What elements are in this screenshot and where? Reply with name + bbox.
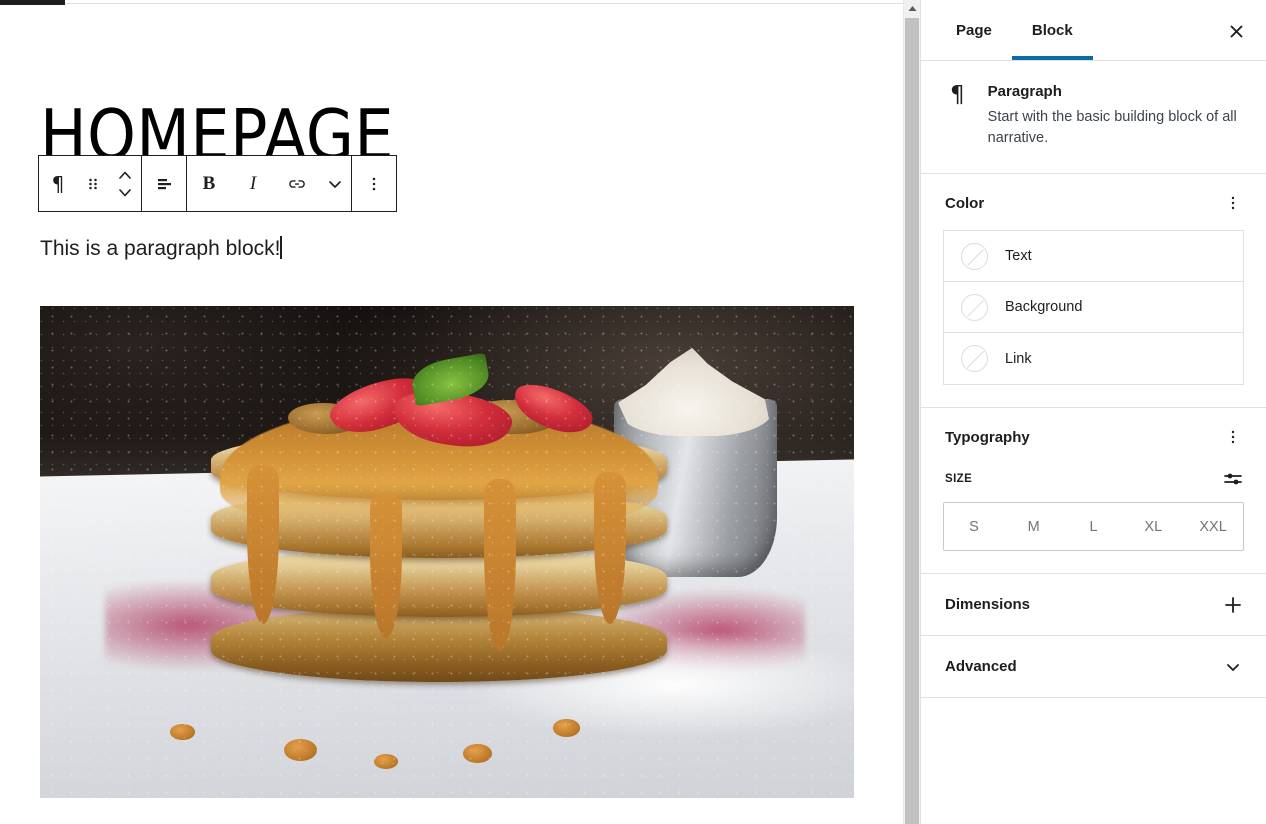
paragraph-block[interactable]: This is a paragraph block! — [40, 233, 282, 265]
add-dimensions-button[interactable] — [1220, 592, 1246, 618]
color-row-text[interactable]: Text — [944, 231, 1243, 283]
paragraph-icon: ¶ — [950, 82, 965, 108]
color-row-background[interactable]: Background — [944, 282, 1243, 334]
italic-button[interactable]: I — [231, 156, 275, 211]
color-panel-title: Color — [945, 194, 985, 212]
color-swatch-none-icon — [961, 345, 988, 373]
color-row-label: Text — [1005, 248, 1032, 265]
toolbar-group-options — [352, 156, 396, 211]
color-options-list: Text Background Link — [943, 230, 1244, 386]
bold-label: B — [202, 172, 216, 194]
align-text-button[interactable] — [142, 156, 186, 211]
tab-block[interactable]: Block — [1011, 0, 1093, 60]
color-panel: Color Text Background Link — [921, 174, 1266, 409]
font-size-header: SIZE — [921, 464, 1266, 502]
more-vertical-icon — [1231, 196, 1235, 210]
color-swatch-none-icon — [961, 293, 988, 321]
scroll-up-button[interactable] — [904, 0, 920, 17]
caret-up-icon — [908, 6, 916, 11]
color-panel-header: Color — [921, 174, 1266, 230]
font-size-xxl[interactable]: XXL — [1183, 503, 1243, 550]
font-size-label: SIZE — [945, 473, 973, 486]
typography-options-button[interactable] — [1220, 424, 1246, 450]
font-size-s[interactable]: S — [944, 503, 1004, 550]
color-swatch-none-icon — [961, 242, 988, 270]
block-toolbar[interactable]: ¶ B I — [38, 155, 397, 212]
tab-page[interactable]: Page — [936, 0, 1012, 60]
top-divider — [65, 3, 903, 4]
color-options-button[interactable] — [1220, 190, 1246, 216]
more-vertical-icon — [372, 177, 376, 190]
bold-button[interactable]: B — [187, 156, 231, 211]
block-info-card: ¶ Paragraph Start with the basic buildin… — [921, 61, 1266, 175]
paragraph-text: This is a paragraph block! — [40, 237, 281, 260]
typography-panel: Typography SIZE S M L XL XXL — [921, 408, 1266, 575]
color-row-link[interactable]: Link — [944, 333, 1243, 385]
sliders-icon — [1224, 473, 1242, 485]
font-size-m[interactable]: M — [1004, 503, 1064, 550]
canvas-scrollbar[interactable] — [903, 0, 920, 824]
editor-canvas[interactable]: HOMEPAGE This is a paragraph block! ¶ B … — [0, 5, 903, 824]
typography-panel-header: Typography — [921, 408, 1266, 464]
block-card-text: Paragraph Start with the basic building … — [988, 83, 1242, 149]
block-type-button[interactable]: ¶ — [39, 156, 77, 211]
plus-icon — [1225, 596, 1241, 613]
typography-panel-title: Typography — [945, 428, 1030, 446]
close-sidebar-button[interactable] — [1220, 15, 1252, 47]
align-text-icon — [158, 178, 171, 189]
toolbar-group-align — [142, 156, 187, 211]
block-options-button[interactable] — [352, 156, 396, 211]
dimensions-panel-toggle[interactable]: Dimensions — [921, 574, 1266, 637]
scrollbar-thumb[interactable] — [905, 18, 919, 824]
paragraph-icon: ¶ — [51, 171, 65, 196]
toolbar-group-block: ¶ — [39, 156, 142, 211]
advanced-panel-title: Advanced — [945, 658, 1017, 676]
block-editor-screen: HOMEPAGE This is a paragraph block! ¶ B … — [0, 0, 1266, 824]
close-icon — [1230, 25, 1242, 37]
chevron-down-icon — [1227, 663, 1239, 671]
drag-handle-button[interactable] — [77, 156, 109, 211]
drag-handle-icon — [89, 178, 97, 189]
color-row-label: Link — [1005, 350, 1032, 367]
italic-label: I — [249, 172, 257, 194]
color-row-label: Background — [1005, 299, 1083, 316]
chevron-up-down-icon — [119, 171, 131, 196]
block-card-description: Start with the basic building block of a… — [987, 109, 1237, 147]
chevron-down-icon — [329, 180, 341, 188]
settings-sidebar: Page Block ¶ Paragraph Start with the ba… — [920, 0, 1266, 824]
expand-advanced-button[interactable] — [1220, 654, 1246, 680]
sidebar-tabs: Page Block — [921, 0, 1093, 60]
sidebar-header: Page Block — [921, 0, 1266, 61]
font-size-xl[interactable]: XL — [1123, 503, 1183, 550]
advanced-panel-toggle[interactable]: Advanced — [921, 636, 1266, 699]
pancake-photo — [40, 306, 854, 798]
more-formats-button[interactable] — [319, 156, 351, 211]
block-card-icon-wrap: ¶ — [945, 83, 970, 149]
dimensions-panel-title: Dimensions — [945, 596, 1031, 614]
font-size-settings-button[interactable] — [1220, 466, 1246, 492]
move-block-buttons[interactable] — [109, 156, 141, 211]
text-caret — [280, 236, 282, 259]
block-card-title: Paragraph — [987, 83, 1062, 100]
toolbar-group-format: B I — [187, 156, 352, 211]
font-size-segmented-control[interactable]: S M L XL XXL — [943, 502, 1244, 552]
link-button[interactable] — [275, 156, 319, 211]
link-icon — [289, 179, 305, 188]
font-size-l[interactable]: L — [1064, 503, 1124, 550]
image-block[interactable] — [40, 306, 854, 798]
more-vertical-icon — [1231, 430, 1235, 444]
